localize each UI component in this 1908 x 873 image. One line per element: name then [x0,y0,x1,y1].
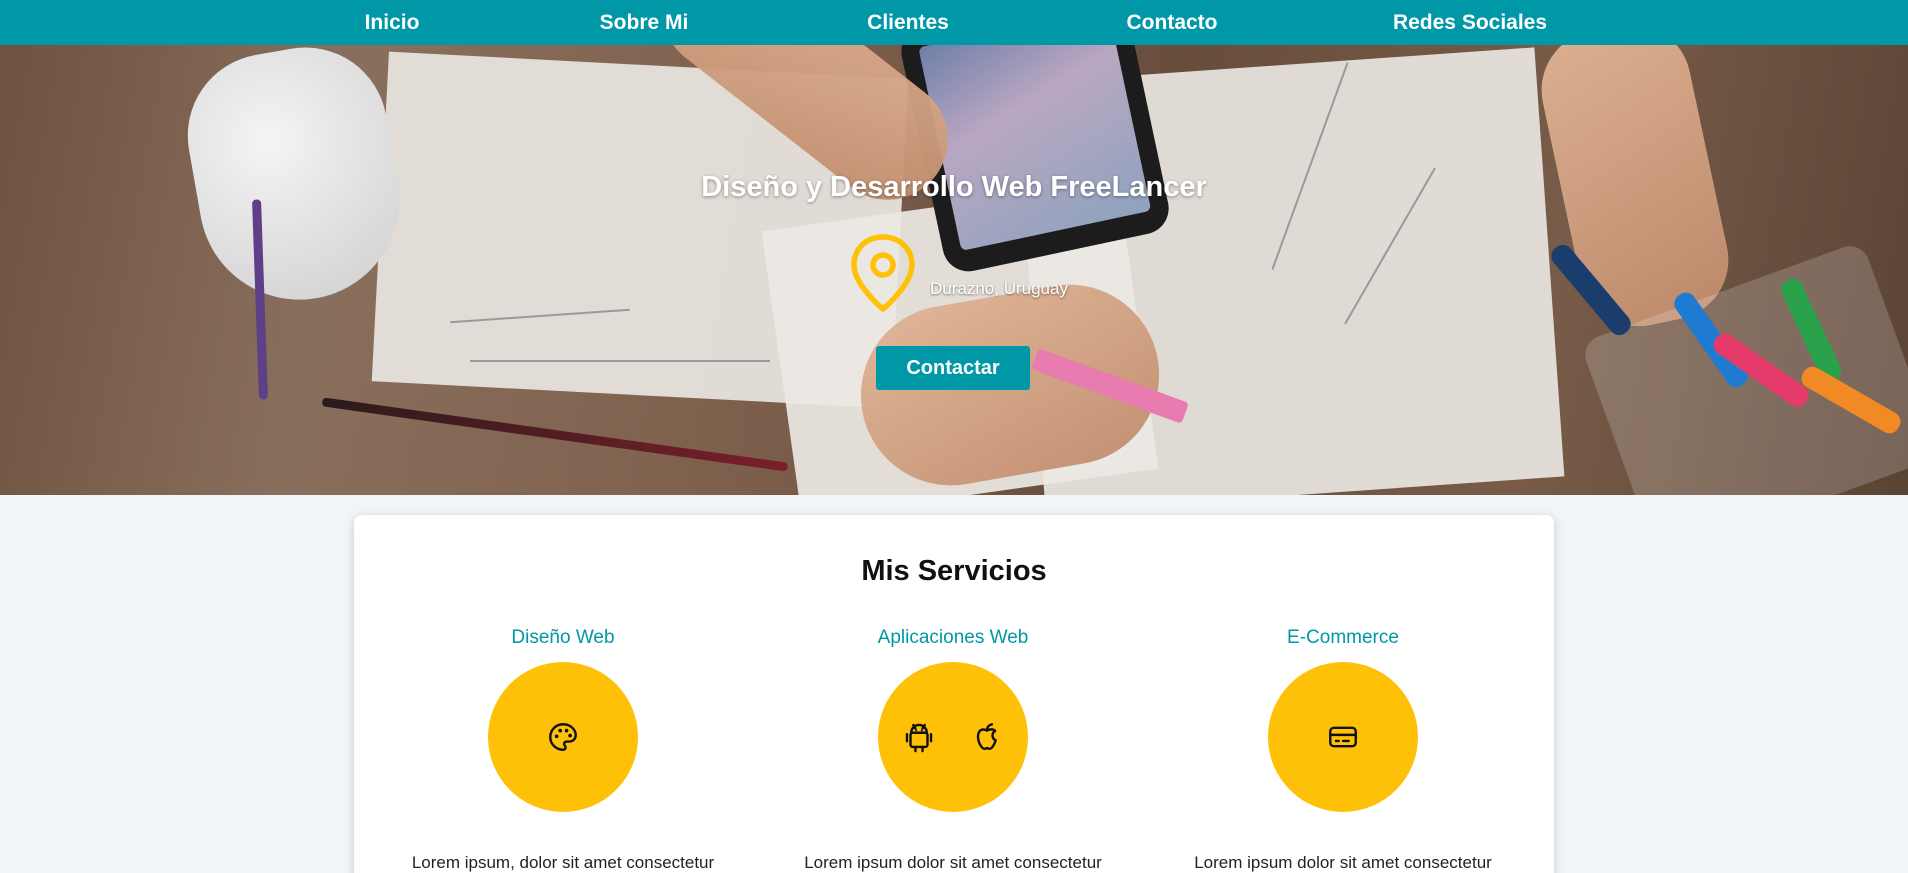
nav-link-redes-sociales[interactable]: Redes Sociales [1393,0,1547,45]
services-title: Mis Servicios [861,555,1047,587]
top-nav: Inicio Sobre Mi Clientes Contacto Redes … [0,0,1908,45]
map-pin-icon [851,234,915,312]
palette-icon [549,723,577,751]
nav-link-inicio[interactable]: Inicio [365,0,420,45]
service-name: Aplicaciones Web [877,627,1029,648]
apple-icon [976,723,997,751]
hero-content: Diseño y Desarrollo Web FreeLancer Duraz… [0,45,1908,495]
nav-link-sobre-mi[interactable]: Sobre Mi [600,0,689,45]
service-description: Lorem ipsum, dolor sit amet consectetur [411,853,715,872]
service-name: E-Commerce [1287,627,1399,648]
credit-card-icon [1329,726,1357,748]
hero-section: Diseño y Desarrollo Web FreeLancer Duraz… [0,45,1908,495]
contact-button[interactable]: Contactar [876,346,1030,390]
hero-title: Diseño y Desarrollo Web FreeLancer [701,171,1207,203]
service-name: Diseño Web [511,627,615,648]
nav-link-clientes[interactable]: Clientes [867,0,949,45]
service-description: Lorem ipsum dolor sit amet consectetur [1194,853,1492,872]
services-card: Mis Servicios Diseño Web Lorem ipsum, do… [354,515,1554,873]
service-icon-circle [878,662,1028,812]
service-description: Lorem ipsum dolor sit amet consectetur [804,853,1102,872]
nav-link-contacto[interactable]: Contacto [1127,0,1218,45]
android-icon [905,723,933,753]
service-icon-circle [488,662,638,812]
location-text: Durazno, Uruguay [930,279,1068,298]
service-icon-circle [1268,662,1418,812]
